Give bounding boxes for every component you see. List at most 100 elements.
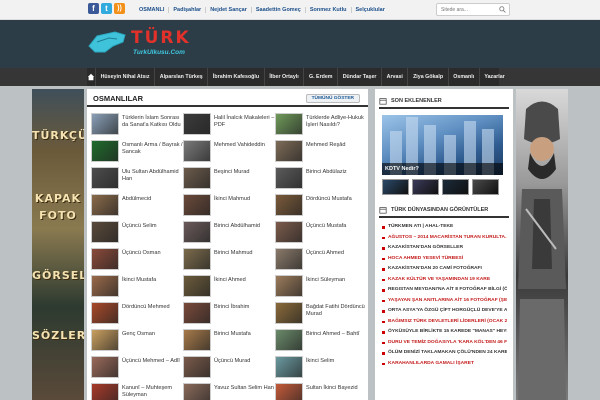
article-item[interactable]: Bağdat Fatihi Dördüncü Murad [275,302,365,329]
article-item[interactable]: Birinci İbrahim [183,302,275,329]
article-thumbnail[interactable] [91,302,119,324]
search-icon[interactable] [499,6,506,13]
article-thumbnail[interactable] [183,329,211,351]
article-item[interactable]: Kanunî – Muhteşem Süleyman [91,383,183,400]
article-item[interactable]: Mehmed Reşâd [275,140,365,167]
article-item[interactable]: Halil İnalcık Makaleleri – PDF [183,113,275,140]
article-title[interactable]: Ulu Sultan Abdülhamid Han [122,167,183,183]
article-thumbnail[interactable] [275,248,303,270]
article-item[interactable]: Birinci Abdülhamid [183,221,275,248]
recent-thumbnail[interactable] [412,179,439,195]
article-item[interactable]: Üçüncü Mustafa [275,221,365,248]
search-input[interactable] [437,4,497,15]
article-item[interactable]: Abdülmecid [91,194,183,221]
show-all-button[interactable]: TÜMÜNÜ GÖSTER [305,94,360,103]
article-item[interactable]: Birinci Abdülaziz [275,167,365,194]
article-item[interactable]: Osmanlı Arma / Bayrak / Sancak [91,140,183,167]
article-title[interactable]: Halil İnalcık Makaleleri – PDF [214,113,275,129]
home-button[interactable] [87,68,96,86]
left-banner[interactable]: TÜRKÇÜ KAPAK FOTO GÖRSEL SÖZLER [32,89,84,400]
article-thumbnail[interactable] [183,302,211,324]
article-title[interactable]: İkinci Mahmud [214,194,250,203]
article-thumbnail[interactable] [91,221,119,243]
article-item[interactable]: Genç Osman [91,329,183,356]
article-item[interactable]: Türklerde Adliye-Hukuk İşleri Nasıldı? [275,113,365,140]
article-title[interactable]: Kanunî – Muhteşem Süleyman [122,383,183,399]
article-title[interactable]: Birinci Mustafa [214,329,251,338]
article-title[interactable]: Osmanlı Arma / Bayrak / Sancak [122,140,183,156]
article-title[interactable]: Bağdat Fatihi Dördüncü Murad [306,302,365,318]
facebook-icon[interactable]: f [88,3,99,14]
article-title[interactable]: Dördüncü Mehmed [122,302,170,311]
top-nav-link[interactable]: Nejdet Sançar [206,7,252,13]
article-item[interactable]: Yavuz Sultan Selim Han [183,383,275,400]
article-thumbnail[interactable] [183,167,211,189]
article-thumbnail[interactable] [275,302,303,324]
article-thumbnail[interactable] [183,248,211,270]
gallery-link[interactable]: KAZAKİSTAN'DAN 20 CAMİ FOTOĞRAFI [381,264,507,275]
article-thumbnail[interactable] [183,194,211,216]
article-item[interactable]: Üçüncü Murad [183,356,275,383]
recent-thumbnail[interactable] [382,179,409,195]
article-title[interactable]: Üçüncü Ahmed [306,248,344,257]
article-thumbnail[interactable] [275,140,303,162]
top-nav-link[interactable]: Sonmez Kutlu [306,7,352,13]
article-title[interactable]: Üçüncü Mustafa [306,221,346,230]
article-item[interactable]: Üçüncü Ahmed [275,248,365,275]
main-nav-link[interactable]: Osmanlı [449,68,480,86]
article-item[interactable]: İkinci Ahmed [183,275,275,302]
twitter-icon[interactable]: t [101,3,112,14]
main-nav-link[interactable]: İbrahim Kafesoğlu [208,68,265,86]
article-item[interactable]: Birinci Mustafa [183,329,275,356]
article-thumbnail[interactable] [183,221,211,243]
article-thumbnail[interactable] [183,356,211,378]
article-item[interactable]: İkinci Mahmud [183,194,275,221]
article-title[interactable]: Beşinci Murad [214,167,249,176]
article-thumbnail[interactable] [183,275,211,297]
article-title[interactable]: Birinci Abdülaziz [306,167,347,176]
gallery-link[interactable]: KAZAKİSTAN'DAN GÖRSELLER [381,243,507,254]
article-title[interactable]: Mehmed Vahideddin [214,140,265,149]
article-item[interactable]: Birinci Mahmud [183,248,275,275]
main-nav-link[interactable]: İlber Ortaylı [265,68,305,86]
article-item[interactable]: Üçüncü Selim [91,221,183,248]
article-thumbnail[interactable] [275,275,303,297]
article-title[interactable]: Türklerde Adliye-Hukuk İşleri Nasıldı? [306,113,365,129]
rss-icon[interactable]: )) [114,3,125,14]
gallery-link[interactable]: ÖYKÜSÜYLE BİRLİKTE 15 KAREDE "MANAS" HEY… [381,327,507,338]
top-nav-link[interactable]: Padişahlar [169,7,207,13]
main-nav-link[interactable]: Arvasi [382,68,409,86]
article-item[interactable]: İkinci Süleyman [275,275,365,302]
gallery-link[interactable]: HOCA AHMED YESEVİ TÜRBESİ [381,254,507,265]
recent-thumbnail[interactable] [442,179,469,195]
top-nav-link[interactable]: Saadettin Gomeç [252,7,306,13]
article-thumbnail[interactable] [183,140,211,162]
article-thumbnail[interactable] [91,248,119,270]
article-thumbnail[interactable] [275,167,303,189]
article-title[interactable]: Birinci İbrahim [214,302,249,311]
article-thumbnail[interactable] [91,275,119,297]
gallery-link[interactable]: DURU VE TEMİZ DOĞASIYLA 'KARA KÖL'DEN 46… [381,338,507,349]
article-title[interactable]: Abdülmecid [122,194,151,203]
article-item[interactable]: Üçüncü Mehmed – Adlî [91,356,183,383]
article-thumbnail[interactable] [275,356,303,378]
article-thumbnail[interactable] [91,356,119,378]
gallery-link[interactable]: ÖLÜM DENİZİ TAKLAMAKAN ÇÖLÜ'NDEN 24 KARE [381,348,507,359]
article-title[interactable]: Yavuz Sultan Selim Han [214,383,274,392]
featured-post[interactable]: KDTV Nedir? [382,115,503,175]
main-nav-link[interactable]: Alparslan Türkeş [155,68,209,86]
article-thumbnail[interactable] [91,329,119,351]
top-nav-link[interactable]: Selçuklular [352,7,389,13]
article-thumbnail[interactable] [183,383,211,400]
article-title[interactable]: Üçüncü Mehmed – Adlî [122,356,180,365]
gallery-link[interactable]: TÜRKMEN ATI | AHAL-TEKE [381,222,507,233]
article-item[interactable]: Dördüncü Mustafa [275,194,365,221]
article-thumbnail[interactable] [275,329,303,351]
article-title[interactable]: Genç Osman [122,329,155,338]
article-item[interactable]: İkinci Mustafa [91,275,183,302]
recent-thumbnail[interactable] [472,179,499,195]
main-nav-link[interactable]: Hüseyin Nihal Atsız [96,68,156,86]
site-logo[interactable]: TÜRK TurkUlkusu.Com [87,26,197,62]
article-thumbnail[interactable] [275,113,303,135]
article-title[interactable]: İkinci Selim [306,356,334,365]
